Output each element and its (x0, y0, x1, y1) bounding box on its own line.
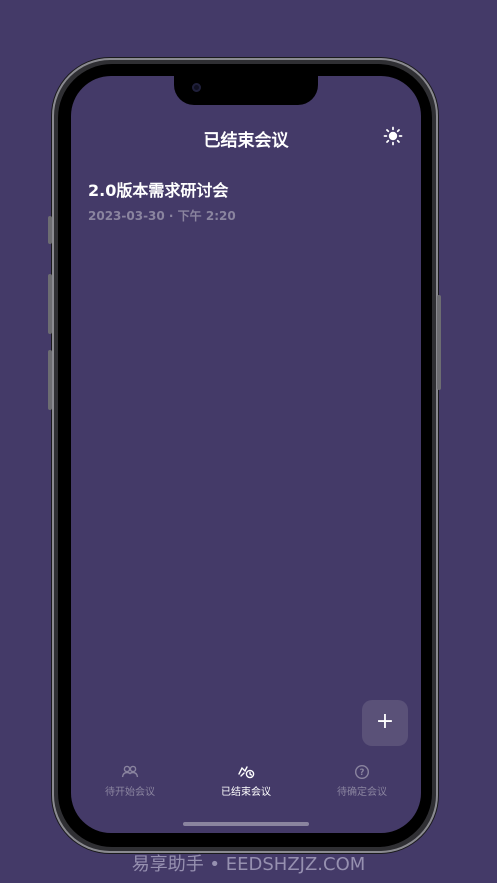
theme-toggle-button[interactable] (383, 126, 403, 146)
front-camera (192, 83, 201, 92)
meeting-datetime: 2023-03-30 · 下午 2:20 (88, 209, 236, 223)
app-screen: 已结束会议 2.0版本需求研讨会 2023-03-30 · 下午 2:20 + (71, 76, 421, 833)
tab-upcoming-meetings[interactable]: 待开始会议 (75, 764, 185, 798)
handshake-clock-icon (238, 766, 255, 779)
tab-pending-meetings[interactable]: ? 待确定会议 (307, 764, 417, 798)
bottom-tab-bar: 待开始会议 已结束会议 ? 待确定会议 (71, 764, 421, 804)
watermark: 易享助手 • EEDSHZJZ.COM (131, 854, 366, 875)
notch (174, 76, 318, 105)
tab-label: 待开始会议 (105, 787, 155, 798)
meeting-title: 2.0版本需求研讨会 (88, 181, 229, 200)
people-icon (121, 765, 139, 778)
tab-label: 待确定会议 (337, 787, 387, 798)
silent-switch (48, 216, 52, 244)
power-button (437, 295, 441, 390)
sun-icon (383, 126, 403, 146)
question-circle-icon: ? (354, 764, 370, 780)
add-meeting-button[interactable]: + (362, 700, 408, 746)
tab-ended-meetings[interactable]: 已结束会议 (191, 764, 301, 798)
meeting-list-item[interactable]: 2.0版本需求研讨会 2023-03-30 · 下午 2:20 (88, 177, 388, 224)
volume-down-button (48, 350, 52, 410)
volume-up-button (48, 274, 52, 334)
svg-text:?: ? (360, 768, 365, 778)
page-title: 已结束会议 (203, 131, 289, 151)
home-indicator[interactable] (183, 822, 309, 826)
tab-label: 已结束会议 (221, 787, 271, 798)
